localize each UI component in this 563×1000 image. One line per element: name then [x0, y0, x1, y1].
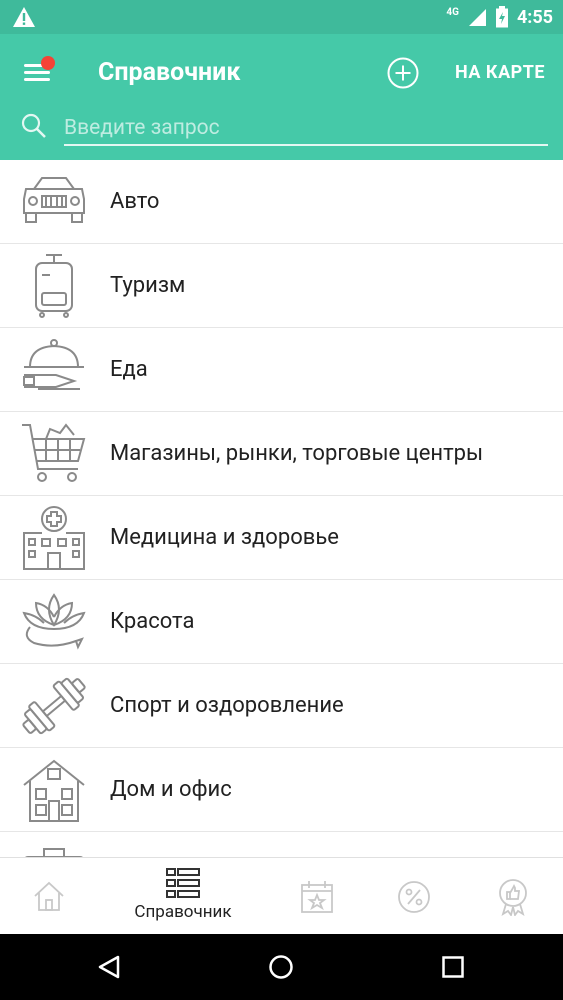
nav-directory-label: Справочник [134, 902, 232, 922]
map-button[interactable]: НА КАРТЕ [455, 62, 545, 83]
category-label: Туризм [110, 273, 186, 298]
category-label: Дом и офис [110, 777, 232, 802]
search-input[interactable] [64, 112, 548, 146]
back-icon[interactable] [97, 955, 121, 979]
lotus-icon [22, 593, 86, 650]
briefcase-icon [25, 848, 83, 857]
category-label: Спорт и оздоровление [110, 693, 344, 718]
food-cloche-icon [23, 339, 84, 390]
nav-awards[interactable] [460, 858, 563, 935]
home-circle-icon[interactable] [268, 954, 294, 980]
category-label: Медицина и здоровье [110, 525, 339, 550]
category-label: Еда [110, 357, 148, 382]
shopping-cart-icon [22, 423, 86, 482]
nav-directory[interactable]: Справочник [127, 858, 239, 935]
list-item[interactable]: Медицина и здоровье [0, 496, 563, 580]
home-icon [34, 881, 64, 911]
list-item[interactable]: Спорт и оздоровление [0, 664, 563, 748]
add-button[interactable] [387, 57, 419, 89]
system-navigation-bar [0, 934, 563, 1000]
hospital-icon [23, 506, 85, 570]
bottom-navigation: Справочник [0, 857, 563, 935]
dumbbell-icon [22, 677, 86, 735]
category-label: Авто [110, 189, 160, 214]
battery-icon [495, 6, 508, 28]
nav-discounts[interactable] [360, 858, 472, 935]
list-item[interactable] [0, 832, 563, 857]
award-like-icon [499, 879, 527, 916]
list-item[interactable]: Красота [0, 580, 563, 664]
status-bar: 4G 4:55 [0, 0, 563, 34]
list-item[interactable]: Авто [0, 160, 563, 244]
category-label: Красота [110, 609, 195, 634]
calendar-star-icon [301, 881, 333, 913]
discount-percent-icon [398, 881, 430, 913]
list-item[interactable]: Туризм [0, 244, 563, 328]
nav-home[interactable] [0, 858, 112, 935]
search-icon [21, 113, 46, 138]
directory-list-icon [166, 868, 200, 898]
notification-badge [41, 56, 55, 70]
list-item[interactable]: Дом и офис [0, 748, 563, 832]
house-icon [23, 759, 85, 822]
menu-button[interactable] [22, 56, 56, 86]
list-item[interactable]: Магазины, рынки, торговые центры [0, 412, 563, 496]
network-type: 4G [446, 6, 459, 18]
category-list: Авто Туризм Еда Магазины, рынки, торговы… [0, 160, 563, 857]
signal-icon [468, 9, 486, 26]
suitcase-icon [35, 254, 73, 318]
warning-icon [13, 7, 35, 27]
app-bar: Справочник НА КАРТЕ [0, 34, 563, 160]
car-icon [23, 177, 85, 223]
list-item[interactable]: Еда [0, 328, 563, 412]
category-label: Магазины, рынки, торговые центры [110, 441, 484, 466]
nav-events[interactable] [260, 858, 372, 935]
recents-icon[interactable] [441, 955, 465, 979]
clock: 4:55 [516, 6, 553, 28]
page-title: Справочник [98, 58, 241, 87]
